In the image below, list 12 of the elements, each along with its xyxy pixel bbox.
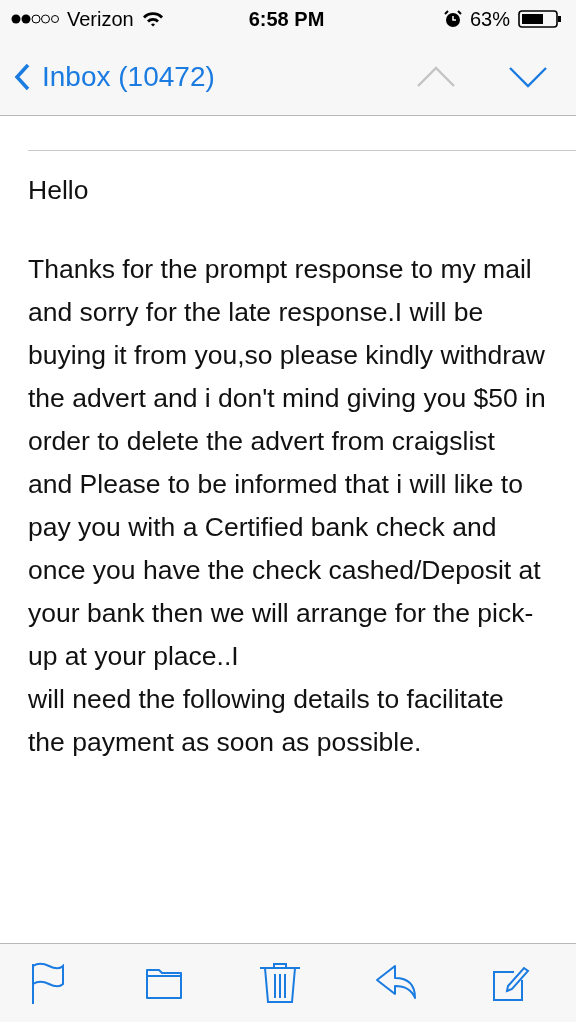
battery-icon [518, 9, 562, 29]
message-paragraph: Hello [28, 174, 90, 207]
battery-percent: 63% [469, 7, 510, 31]
signal-icon [11, 13, 59, 25]
alarm-icon [443, 10, 462, 28]
down-chevron-icon[interactable] [508, 65, 548, 88]
carrier-name: Verizon [67, 7, 134, 31]
clock-time: 6:58 PM [248, 7, 325, 31]
back-link[interactable]: Inbox (10472) [14, 60, 215, 93]
back-chevron-icon [14, 62, 30, 91]
message-paragraph: Thanks for the prompt response to my mail and sorry for the late response.I will be buying it from you,so please kindly withdraw the advert and i don't mind giving you $50 in order to delete the advert from craigslist and Please to be informed that i will like to pay you with a Certified bank check and once you have the check cashed/Deposit at your bank then we will arrange for the pick-up at your place..I will need the following details to facilitate the payment as soon as possible. [28, 253, 546, 759]
wifi-icon [141, 11, 164, 27]
